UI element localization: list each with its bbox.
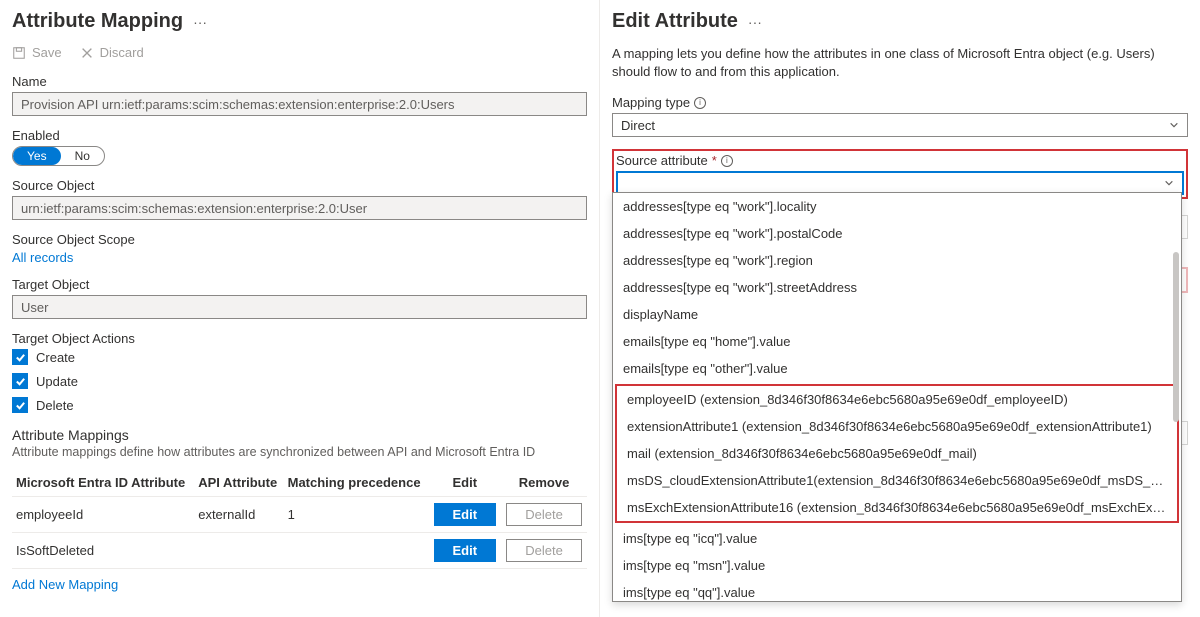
cell-entra: employeeId — [12, 497, 194, 533]
delete-label: Delete — [36, 398, 74, 413]
checkbox-icon — [12, 397, 28, 413]
source-object-input[interactable] — [12, 196, 587, 220]
dropdown-option[interactable]: addresses[type eq "work"].postalCode — [613, 220, 1181, 247]
update-label: Update — [36, 374, 78, 389]
dropdown-option[interactable]: extensionAttribute1 (extension_8d346f30f… — [617, 413, 1177, 440]
col-remove: Remove — [501, 469, 587, 497]
create-label: Create — [36, 350, 75, 365]
chevron-down-icon — [1164, 178, 1174, 188]
mappings-title: Attribute Mappings — [12, 427, 587, 443]
save-label: Save — [32, 45, 62, 60]
panel-title: Edit Attribute — [612, 10, 738, 33]
scrollbar-thumb[interactable] — [1173, 252, 1179, 422]
target-actions-label: Target Object Actions — [12, 331, 587, 346]
cell-api — [194, 533, 283, 569]
dropdown-option[interactable]: emails[type eq "home"].value — [613, 328, 1181, 355]
toolbar: Save Discard — [12, 45, 587, 60]
dropdown-option[interactable]: ims[type eq "msn"].value — [613, 552, 1181, 579]
dropdown-option[interactable]: msDS_cloudExtensionAttribute1(extension_… — [617, 467, 1177, 494]
edit-attribute-panel: Edit Attribute ··· A mapping lets you de… — [600, 0, 1200, 617]
dropdown-option[interactable]: ims[type eq "qq"].value — [613, 579, 1181, 602]
attribute-mapping-panel: Attribute Mapping ··· Save Discard Name … — [0, 0, 600, 617]
mappings-subtitle: Attribute mappings define how attributes… — [12, 445, 587, 459]
info-icon[interactable]: i — [721, 155, 733, 167]
save-icon — [12, 46, 26, 60]
source-attr-label: Source attribute — [616, 153, 708, 168]
source-object-label: Source Object — [12, 178, 587, 193]
dropdown-option[interactable]: addresses[type eq "work"].streetAddress — [613, 274, 1181, 301]
add-new-mapping-link[interactable]: Add New Mapping — [12, 577, 118, 592]
panel-title: Attribute Mapping — [12, 10, 183, 33]
enabled-no[interactable]: No — [61, 147, 104, 165]
more-icon[interactable]: ··· — [748, 14, 762, 30]
target-object-input[interactable] — [12, 295, 587, 319]
dropdown-option[interactable]: ims[type eq "icq"].value — [613, 525, 1181, 552]
cell-api: externalId — [194, 497, 283, 533]
dropdown-option[interactable]: emails[type eq "other"].value — [613, 355, 1181, 382]
chevron-down-icon — [1169, 120, 1179, 130]
name-input[interactable] — [12, 92, 587, 116]
dropdown-option[interactable]: addresses[type eq "work"].region — [613, 247, 1181, 274]
delete-button[interactable]: Delete — [506, 503, 582, 526]
mapping-type-value: Direct — [621, 118, 655, 133]
delete-checkbox-row[interactable]: Delete — [12, 397, 587, 413]
more-icon[interactable]: ··· — [193, 14, 207, 30]
cell-prec — [284, 533, 429, 569]
source-scope-label: Source Object Scope — [12, 232, 587, 247]
checkbox-icon — [12, 373, 28, 389]
checkbox-icon — [12, 349, 28, 365]
col-entra-attr: Microsoft Entra ID Attribute — [12, 469, 194, 497]
delete-button[interactable]: Delete — [506, 539, 582, 562]
dropdown-option[interactable]: employeeID (extension_8d346f30f8634e6ebc… — [617, 386, 1177, 413]
edit-button[interactable]: Edit — [434, 503, 497, 526]
discard-icon — [80, 46, 94, 60]
edit-button[interactable]: Edit — [434, 539, 497, 562]
table-row: employeeId externalId 1 Edit Delete — [12, 497, 587, 533]
dropdown-option[interactable]: addresses[type eq "work"].locality — [613, 193, 1181, 220]
create-checkbox-row[interactable]: Create — [12, 349, 587, 365]
name-label: Name — [12, 74, 587, 89]
update-checkbox-row[interactable]: Update — [12, 373, 587, 389]
mapping-type-select[interactable]: Direct — [612, 113, 1188, 137]
col-edit: Edit — [429, 469, 502, 497]
dropdown-option[interactable]: msExchExtensionAttribute16 (extension_8d… — [617, 494, 1177, 521]
enabled-label: Enabled — [12, 128, 587, 143]
source-scope-link[interactable]: All records — [12, 250, 73, 265]
required-icon: * — [712, 153, 717, 168]
enabled-yes[interactable]: Yes — [13, 147, 61, 165]
cell-prec: 1 — [284, 497, 429, 533]
dropdown-option[interactable]: displayName — [613, 301, 1181, 328]
save-button[interactable]: Save — [12, 45, 62, 60]
info-icon[interactable]: i — [694, 97, 706, 109]
highlighted-options-group: employeeID (extension_8d346f30f8634e6ebc… — [615, 384, 1179, 523]
col-precedence: Matching precedence — [284, 469, 429, 497]
scrollbar-track[interactable] — [1171, 197, 1179, 597]
dropdown-option[interactable]: mail (extension_8d346f30f8634e6ebc5680a9… — [617, 440, 1177, 467]
mapping-type-label: Mapping type — [612, 95, 690, 110]
table-row: IsSoftDeleted Edit Delete — [12, 533, 587, 569]
discard-label: Discard — [100, 45, 144, 60]
mappings-table: Microsoft Entra ID Attribute API Attribu… — [12, 469, 587, 569]
enabled-toggle[interactable]: Yes No — [12, 146, 105, 166]
discard-button[interactable]: Discard — [80, 45, 144, 60]
target-object-label: Target Object — [12, 277, 587, 292]
cell-entra: IsSoftDeleted — [12, 533, 194, 569]
source-attr-dropdown[interactable]: addresses[type eq "work"].locality addre… — [612, 192, 1182, 602]
panel-description: A mapping lets you define how the attrib… — [612, 45, 1188, 81]
col-api-attr: API Attribute — [194, 469, 283, 497]
